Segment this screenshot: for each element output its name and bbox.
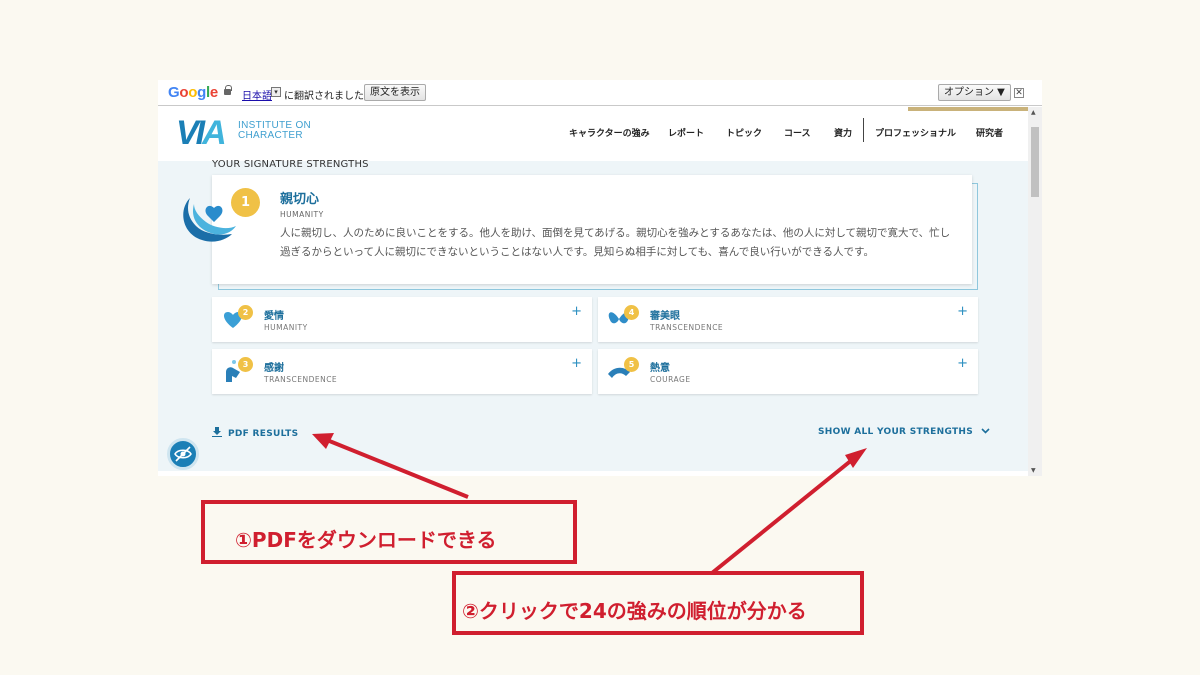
vertical-scrollbar[interactable]: ▲ ▼	[1028, 107, 1042, 476]
browser-screenshot: Google 日本語 ▾ に翻訳されました 原文を表示 オプション ▼ ✕ VI…	[158, 80, 1042, 476]
rank-badge-5: 5	[624, 357, 639, 372]
nav-divider	[863, 118, 864, 142]
scroll-thumb[interactable]	[1031, 127, 1039, 197]
expand-plus-icon[interactable]: +	[957, 304, 968, 319]
nav-courses[interactable]: コース	[784, 126, 811, 139]
rank-badge-4: 4	[624, 305, 639, 320]
translate-bar: Google 日本語 ▾ に翻訳されました 原文を表示 オプション ▼ ✕	[158, 80, 1042, 106]
section-title: YOUR SIGNATURE STRENGTHS	[212, 159, 369, 170]
callout-show-all: ②クリックで24の強みの順位が分かる	[452, 571, 864, 635]
site-header: VIA INSTITUTE ON CHARACTER キャラクターの強み レポー…	[158, 107, 1028, 161]
strength-card-gratitude[interactable]: 3 感謝 TRANSCENDENCE +	[212, 349, 592, 394]
top-strength-name: 親切心	[280, 192, 320, 207]
strength-name: 感謝	[264, 363, 284, 374]
show-all-label: SHOW ALL YOUR STRENGTHS	[818, 427, 974, 437]
institute-line-2: CHARACTER	[238, 130, 303, 141]
language-link[interactable]: 日本語	[242, 87, 272, 102]
pdf-results-label: PDF RESULTS	[228, 429, 299, 439]
nav-resources[interactable]: 資力	[834, 126, 852, 139]
close-icon[interactable]: ✕	[1014, 88, 1024, 98]
strength-category: TRANSCENDENCE	[650, 323, 724, 332]
strength-category: TRANSCENDENCE	[264, 375, 338, 384]
strength-card-love[interactable]: 2 愛情 HUMANITY +	[212, 297, 592, 342]
nav-reports[interactable]: レポート	[668, 126, 704, 139]
strength-category: HUMANITY	[264, 323, 308, 332]
options-button[interactable]: オプション ▼	[938, 84, 1011, 101]
nav-topics[interactable]: トピック	[726, 126, 762, 139]
strength-name: 審美眼	[650, 311, 680, 322]
show-original-button[interactable]: 原文を表示	[364, 84, 426, 101]
nav-professional[interactable]: プロフェッショナル	[875, 126, 956, 139]
institute-name: INSTITUTE ON CHARACTER	[238, 121, 311, 141]
download-icon	[212, 427, 222, 437]
nav-researchers[interactable]: 研究者	[976, 126, 1003, 139]
strength-card-appreciation-of-beauty[interactable]: 4 審美眼 TRANSCENDENCE +	[598, 297, 978, 342]
scroll-up-icon[interactable]: ▲	[1031, 109, 1036, 116]
top-strength-description: 人に親切し、人のために良いことをする。他人を助け、面倒を見てあげる。親切心を強み…	[280, 227, 951, 258]
nav-character-strengths[interactable]: キャラクターの強み	[569, 126, 650, 139]
top-strength-category: HUMANITY	[280, 210, 324, 219]
callout-pdf-download: ①PDFをダウンロードできる	[201, 500, 577, 564]
lock-icon	[224, 85, 232, 95]
chevron-down-icon	[981, 428, 991, 434]
translated-message: に翻訳されました	[284, 91, 364, 102]
show-all-strengths-link[interactable]: SHOW ALL YOUR STRENGTHS	[818, 427, 991, 437]
pdf-results-link[interactable]: PDF RESULTS	[212, 427, 298, 439]
strength-name: 愛情	[264, 311, 284, 322]
language-dropdown[interactable]: ▾	[271, 87, 281, 97]
via-logo[interactable]: VIA	[176, 116, 227, 150]
expand-plus-icon[interactable]: +	[957, 356, 968, 371]
google-logo: Google	[168, 84, 218, 101]
strength-name: 熱意	[650, 363, 670, 374]
ribbon-heart-icon	[183, 198, 236, 242]
scroll-down-icon[interactable]: ▼	[1031, 467, 1036, 474]
eye-slash-icon	[174, 446, 192, 462]
strength-card-zest[interactable]: 5 熱意 COURAGE +	[598, 349, 978, 394]
expand-plus-icon[interactable]: +	[571, 304, 582, 319]
rank-badge-2: 2	[238, 305, 253, 320]
rank-badge-3: 3	[238, 357, 253, 372]
strength-category: COURAGE	[650, 375, 691, 384]
expand-plus-icon[interactable]: +	[571, 356, 582, 371]
accessibility-button[interactable]	[167, 438, 199, 470]
header-accent-strip	[908, 107, 1030, 111]
rank-badge-1: 1	[231, 188, 260, 217]
